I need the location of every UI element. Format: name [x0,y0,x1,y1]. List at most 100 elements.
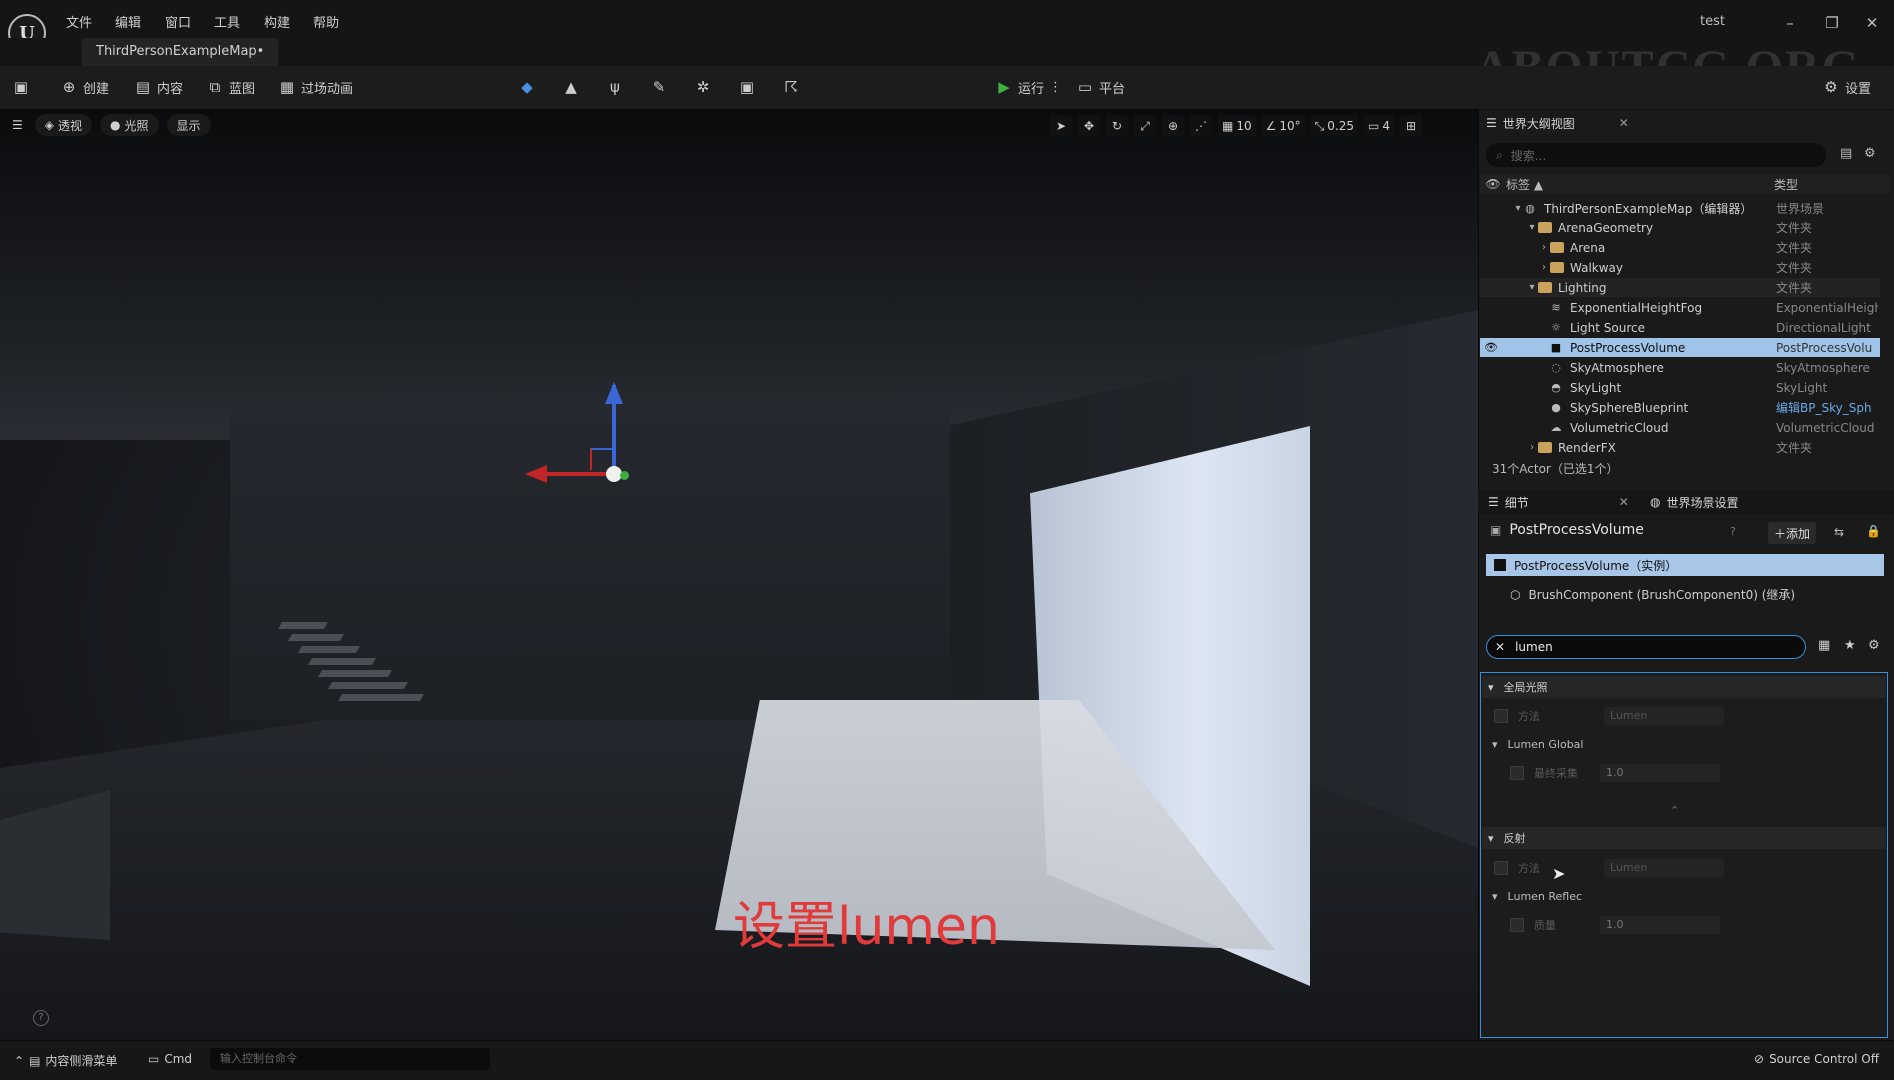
table-view-icon[interactable]: ▦ [1818,638,1830,653]
surface-snap-button[interactable]: ⋰ [1190,115,1212,137]
minimize-icon[interactable]: – [1780,14,1800,32]
gi-method-dropdown[interactable]: Lumen [1604,707,1724,725]
menu-help[interactable]: 帮助 [313,12,339,31]
mesh-paint-button[interactable]: ✎ [650,76,668,98]
rotate-tool-button[interactable]: ↻ [1106,115,1128,137]
settings-button[interactable]: ⚙ 设置 [1822,76,1871,98]
star-icon[interactable]: ★ [1844,638,1856,653]
override-checkbox[interactable] [1494,861,1508,875]
subcategory-lumen-reflections[interactable]: ▾ Lumen Reflec [1492,890,1582,903]
cmd-button[interactable]: ▭ Cmd [148,1052,192,1066]
menu-build[interactable]: 构建 [264,12,290,31]
tree-row[interactable]: ● SkySphereBlueprint 编辑BP_Sky_Sph [1480,398,1880,417]
menu-file[interactable]: 文件 [66,12,92,31]
menu-window[interactable]: 窗口 [165,12,191,31]
tree-row-selected[interactable]: 👁 ■ PostProcessVolume PostProcessVolu [1480,338,1880,357]
details-search-input[interactable]: ✕ lumen [1486,635,1806,659]
tree-row[interactable]: ▾ ArenaGeometry 文件夹 [1480,218,1880,237]
tree-row[interactable]: ☼ Light Source DirectionalLight [1480,318,1880,337]
final-gather-input[interactable]: 1.0 [1600,764,1720,782]
subcategory-lumen-global[interactable]: ▾ Lumen Global [1492,738,1583,751]
gizmo-x-arrow[interactable] [525,465,547,483]
tree-row[interactable]: › RenderFX 文件夹 [1480,438,1880,457]
foliage-mode-button[interactable]: ψ [606,76,624,98]
cinematics-button[interactable]: ▦ 过场动画 [278,76,353,98]
lock-icon[interactable]: 🔒 [1866,524,1881,538]
content-drawer-button[interactable]: ⌃ ▤ 内容侧滑菜单 [14,1052,117,1069]
mode-select-button[interactable]: ◆ [518,76,536,98]
perspective-button[interactable]: ◈ 透视 [34,114,93,136]
create-button[interactable]: ⊕ 创建 [60,76,109,98]
menu-edit[interactable]: 编辑 [115,12,141,31]
override-checkbox[interactable] [1510,766,1524,780]
fracture-mode-button[interactable]: ✲ [694,76,712,98]
help-circle-icon[interactable]: ? [1730,525,1736,538]
tree-row[interactable]: ▾ Lighting 文件夹 [1480,278,1880,297]
chevron-down-icon[interactable]: ▾ [1526,282,1538,293]
landscape-mode-button[interactable]: ▲ [562,76,580,98]
camera-speed-button[interactable]: ▭ 4 [1364,115,1394,137]
override-checkbox[interactable] [1494,709,1508,723]
reflection-method-dropdown[interactable]: Lumen [1604,859,1724,877]
reflection-quality-input[interactable]: 1.0 [1600,916,1720,934]
help-icon[interactable]: ? [33,1010,49,1026]
chevron-right-icon[interactable]: › [1526,442,1538,453]
menu-tools[interactable]: 工具 [214,12,240,31]
tree-row[interactable]: ◓ SkyLight SkyLight [1480,378,1880,397]
override-checkbox[interactable] [1510,918,1524,932]
save-button[interactable]: ▣ [12,76,30,98]
blueprint-button[interactable]: ⧉ 蓝图 [206,76,255,98]
outliner-search-input[interactable]: ⌕ 搜索... [1486,143,1826,167]
label-column-header[interactable]: 标签 ▲ [1506,176,1774,193]
lit-button[interactable]: ● 光照 [100,114,159,136]
blueprint-convert-icon[interactable]: ⇆ [1834,525,1844,539]
chevron-down-icon[interactable]: ▾ [1512,203,1524,214]
close-tab-icon[interactable]: ✕ [1619,495,1629,509]
tree-row[interactable]: ▾ ◍ ThirdPersonExampleMap（编辑器） 世界场景 [1480,199,1880,218]
close-icon[interactable]: ✕ [1862,14,1882,32]
chevron-up-icon[interactable]: ⌃ [1670,804,1679,817]
tree-row-type-link[interactable]: 编辑BP_Sky_Sph [1776,399,1878,416]
select-tool-button[interactable]: ➤ [1050,115,1072,137]
category-reflections[interactable]: ▾ 反射 [1482,827,1886,849]
clear-search-icon[interactable]: ✕ [1495,640,1505,654]
outliner-settings-icon[interactable]: ⚙ [1864,146,1876,161]
show-button[interactable]: 显示 [166,114,211,136]
tree-row[interactable]: ◌ SkyAtmosphere SkyAtmosphere [1480,358,1880,377]
content-button[interactable]: ▤ 内容 [134,76,183,98]
tree-row[interactable]: ≋ ExponentialHeightFog ExponentialHeigh [1480,298,1880,317]
component-row[interactable]: ⬡ BrushComponent (BrushComponent0) (继承) [1510,586,1795,603]
tree-row[interactable]: › Arena 文件夹 [1480,238,1880,257]
translate-tool-button[interactable]: ✥ [1078,115,1100,137]
scale-tool-button[interactable]: ⤢ [1134,115,1156,137]
source-control-button[interactable]: ⊘ Source Control Off [1754,1052,1879,1066]
viewport-layout-button[interactable]: ⊞ [1399,115,1422,137]
visibility-eye-icon[interactable]: 👁 [1484,341,1498,354]
restore-icon[interactable]: ❐ [1822,14,1842,32]
add-component-button[interactable]: ＋添加 [1768,522,1817,544]
close-tab-icon[interactable]: ✕ [1619,116,1629,130]
world-local-button[interactable]: ⊕ [1162,115,1184,137]
rotation-snap-button[interactable]: ∠ 10° [1261,115,1305,137]
grid-snap-button[interactable]: ▦ 10 [1218,115,1256,137]
tab-world-settings[interactable]: ◍ 世界场景设置 [1650,489,1739,515]
add-folder-icon[interactable]: ▤ [1840,146,1852,161]
chevron-right-icon[interactable]: › [1538,242,1550,253]
platforms-button[interactable]: ▭ 平台 [1076,76,1125,98]
gizmo-y-axis[interactable] [620,471,629,480]
play-button[interactable]: ▶ 运行 ⋮ [995,76,1062,98]
gizmo-x-axis[interactable] [545,472,615,476]
viewport-menu-button[interactable]: ☰ [8,114,27,136]
brush-edit-button[interactable]: ▣ [738,76,756,98]
details-settings-icon[interactable]: ⚙ [1868,638,1880,653]
tab-map[interactable]: ThirdPersonExampleMap• [82,38,279,66]
scale-snap-button[interactable]: ⤡ 0.25 [1310,115,1358,137]
component-row-selected[interactable]: PostProcessVolume（实例） [1486,554,1884,576]
tree-row[interactable]: › Walkway 文件夹 [1480,258,1880,277]
type-column-header[interactable]: 类型 [1774,176,1798,193]
tree-row[interactable]: ☁ VolumetricCloud VolumetricCloud [1480,418,1880,437]
tab-world-outliner[interactable]: ☰ 世界大纲视图 ✕ [1486,110,1629,136]
gizmo-z-arrow[interactable] [605,382,623,404]
animation-mode-button[interactable]: ☈ [782,76,800,98]
chevron-right-icon[interactable]: › [1538,262,1550,273]
